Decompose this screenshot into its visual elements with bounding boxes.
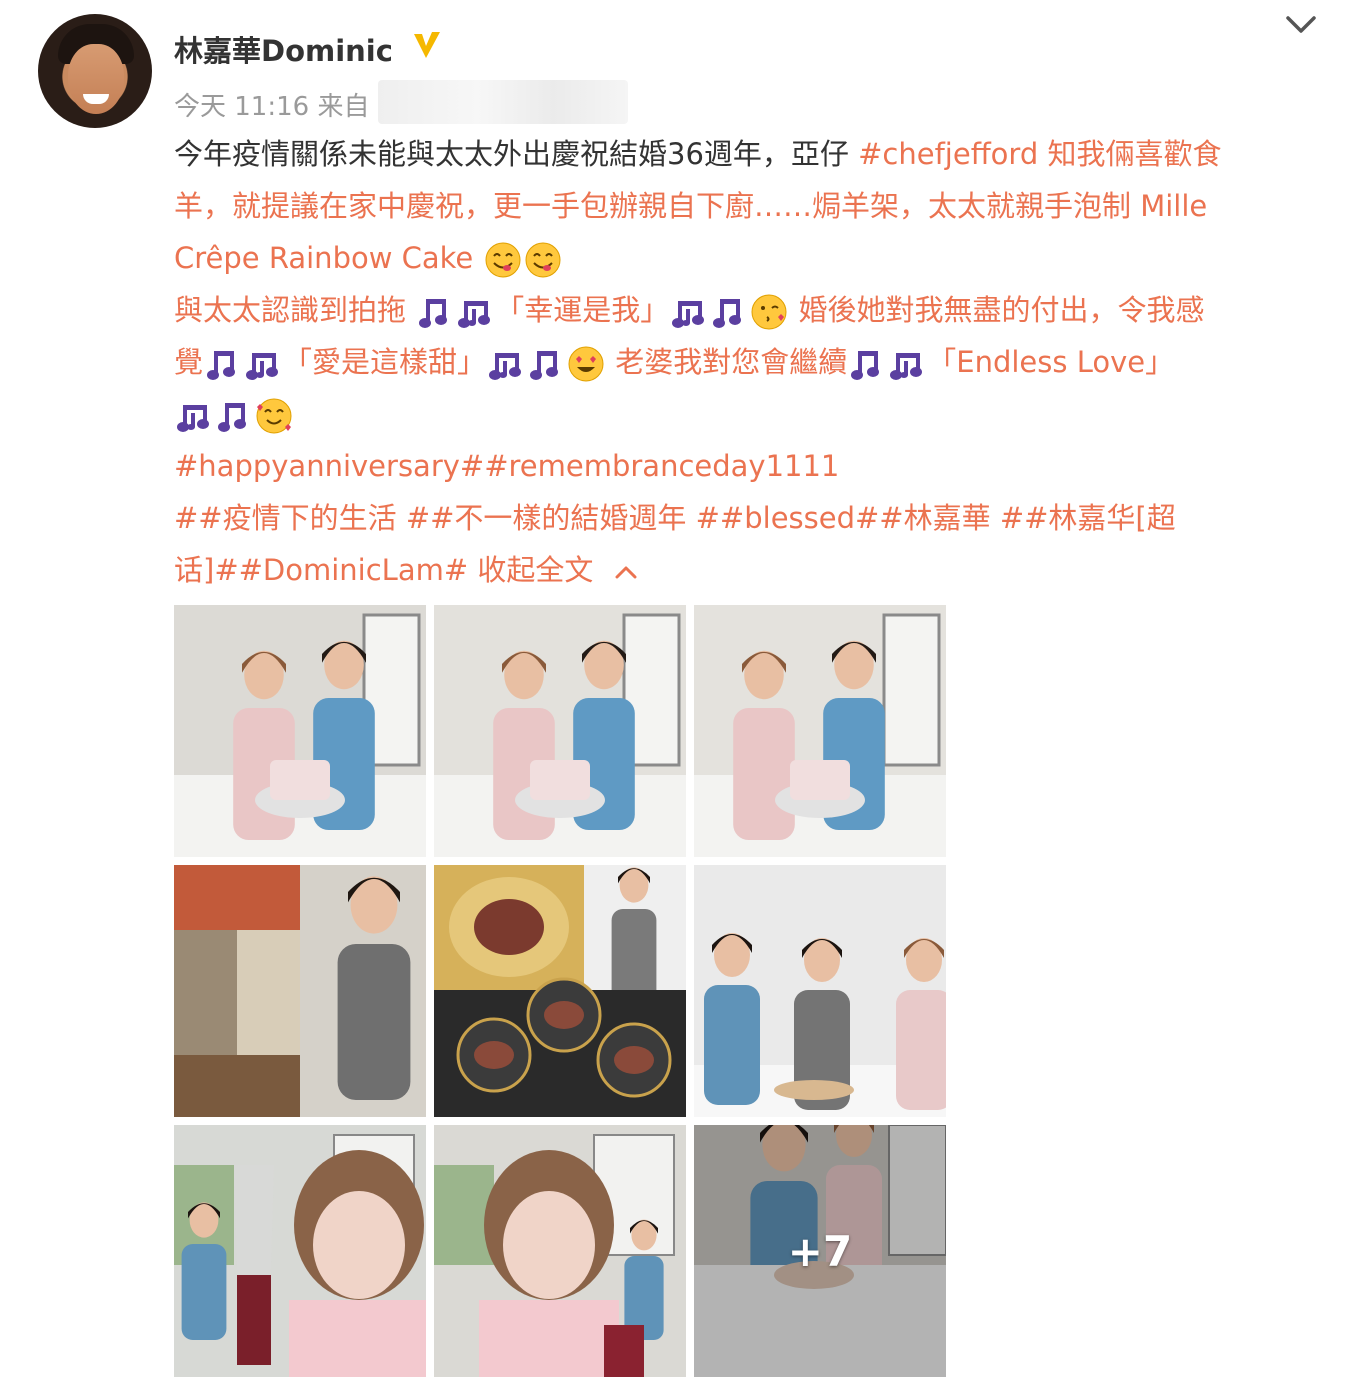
cake-closeup-photo-image [434, 605, 686, 857]
wife-selfie-photo[interactable] [434, 1125, 686, 1377]
chevron-down-icon[interactable] [1284, 12, 1318, 38]
post-line: ##疫情下的生活 ##不一樣的結婚週年 ##blessed##林嘉華 ##林嘉华… [174, 492, 1324, 544]
chevron-up-icon[interactable] [613, 562, 639, 582]
post-line: 今年疫情關係未能與太太外出慶祝結婚36週年，亞仔 #chefjefford 知我… [174, 128, 1324, 180]
hashtag-link[interactable]: 「Endless Love」 [927, 345, 1174, 379]
post-text: 今年疫情關係未能與太太外出慶祝結婚36週年，亞仔 #chefjefford 知我… [174, 128, 1324, 596]
post-line: 與太太認識到拍拖 「幸運是我」 婚後她對我無盡的付出，令我感 [174, 284, 1324, 336]
post-meta: 今天 11:16 来自 三 [174, 86, 404, 123]
musical-note-icon [530, 351, 559, 380]
wine-selfie-photo-image [174, 1125, 426, 1377]
hashtag-link[interactable]: 覺 [174, 345, 203, 379]
musical-note-icon [419, 299, 448, 328]
musical-notes-icon [890, 353, 923, 380]
lamb-dishes-photo[interactable] [434, 865, 686, 1117]
more-photos-count: +7 [787, 1226, 853, 1276]
more-photos-tile[interactable]: +7 [694, 1125, 946, 1377]
post-line: 羊，就提議在家中慶祝，更一手包辦親自下廚……焗羊架，太太就親手泡制 Mille [174, 180, 1324, 232]
post-text-segment: 今年疫情關係未能與太太外出慶祝結婚36週年，亞仔 [174, 137, 859, 171]
username-link[interactable]: 林嘉華Dominic [174, 28, 393, 70]
yum-face-icon [485, 242, 520, 278]
hashtag-link[interactable]: 「愛是這樣甜」 [283, 345, 486, 379]
hashtag-link[interactable]: 话]##DominicLam# 收起全文 [174, 553, 593, 587]
hashtag-link[interactable]: Crêpe Rainbow Cake [174, 241, 483, 275]
cooking-collage-photo-image [174, 865, 426, 1117]
musical-notes-icon [246, 353, 279, 380]
hashtag-link[interactable]: 羊，就提議在家中慶祝，更一手包辦親自下廚……焗羊架，太太就親手泡制 Mille [174, 189, 1207, 223]
hashtag-link[interactable]: 「幸運是我」 [495, 293, 669, 327]
musical-notes-icon [489, 353, 522, 380]
cake-couple-photo-image [174, 605, 426, 857]
heart-eyes-face-icon [568, 346, 604, 382]
musical-note-icon [713, 299, 742, 328]
musical-notes-icon [672, 301, 705, 328]
dinner-table-photo[interactable] [694, 865, 946, 1117]
hashtag-link[interactable]: #happyanniversary##remembranceday1111 [174, 449, 839, 483]
user-avatar[interactable] [38, 14, 152, 128]
musical-note-icon [207, 351, 236, 380]
hashtag-link[interactable]: 與太太認識到拍拖 [174, 293, 415, 327]
post-line: 覺 「愛是這樣甜」 老婆我對您會繼續 「Endless Love」 [174, 336, 1324, 388]
musical-notes-icon [458, 301, 491, 328]
hashtag-link[interactable]: 婚後她對我無盡的付出，令我感 [789, 293, 1204, 327]
musical-note-icon [851, 351, 880, 380]
cutting-cake-photo[interactable] [694, 605, 946, 857]
yum-face-icon [525, 242, 560, 278]
cake-closeup-photo[interactable] [434, 605, 686, 857]
cake-couple-photo[interactable] [174, 605, 426, 857]
hashtag-link[interactable]: ##疫情下的生活 ##不一樣的結婚週年 ##blessed##林嘉華 ##林嘉华… [174, 501, 1176, 535]
cooking-collage-photo[interactable] [174, 865, 426, 1117]
musical-notes-icon [177, 405, 209, 432]
post-line: 话]##DominicLam# 收起全文 [174, 544, 1324, 596]
blurred-source [378, 80, 628, 124]
post-line: Crêpe Rainbow Cake [174, 232, 1324, 284]
smiling-hearts-face-icon [256, 398, 292, 434]
post-time: 今天 11:16 来自 [174, 92, 378, 122]
hashtag-link[interactable]: #chefjefford 知我倆喜歡食 [858, 137, 1221, 171]
wine-selfie-photo[interactable] [174, 1125, 426, 1377]
dinner-table-photo-image [694, 865, 946, 1117]
blow-kiss-face-icon [751, 294, 787, 330]
lamb-dishes-photo-image [434, 865, 686, 1117]
photo-grid: +7 [174, 605, 946, 1377]
post-line: #happyanniversary##remembranceday1111 [174, 440, 1324, 492]
cutting-cake-photo-image [694, 605, 946, 857]
post-line [174, 388, 1324, 440]
wife-selfie-photo-image [434, 1125, 686, 1377]
verified-v-icon [414, 32, 440, 58]
musical-note-icon [218, 403, 246, 432]
hashtag-link[interactable]: 老婆我對您會繼續 [606, 345, 847, 379]
